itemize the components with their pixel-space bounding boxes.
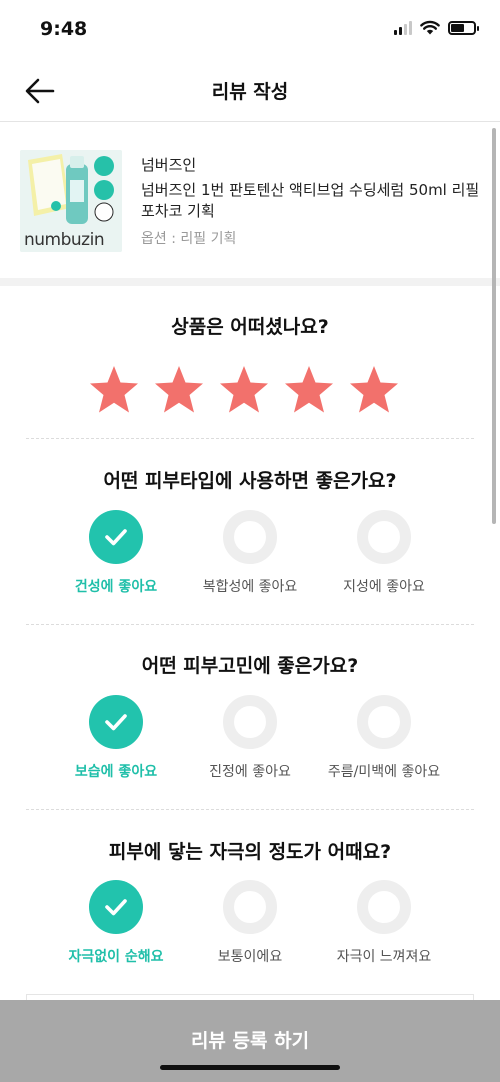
unchecked-circle-icon[interactable] bbox=[357, 510, 411, 564]
skin-concern-question: 어떤 피부고민에 좋은가요? bbox=[141, 655, 359, 677]
section-divider bbox=[0, 278, 500, 286]
unchecked-circle-icon[interactable] bbox=[223, 695, 277, 749]
star-icon[interactable] bbox=[88, 364, 140, 416]
irritation-question: 피부에 닿는 자극의 정도가 어때요? bbox=[108, 841, 392, 863]
option-label: 지성에 좋아요 bbox=[343, 579, 425, 595]
skin-type-question: 어떤 피부타입에 사용하면 좋은가요? bbox=[103, 470, 397, 492]
option-label: 주름/미백에 좋아요 bbox=[327, 764, 441, 780]
product-brand: 넘버즈인 bbox=[141, 156, 197, 174]
app-header: 리뷰 작성 bbox=[0, 60, 500, 122]
skin-type-options: 건성에 좋아요 복합성에 좋아요 지성에 좋아요 bbox=[0, 510, 500, 600]
page-title: 리뷰 작성 bbox=[211, 81, 289, 103]
check-icon bbox=[105, 529, 127, 546]
star-icon[interactable] bbox=[283, 364, 335, 416]
option-item[interactable]: 지성에 좋아요 bbox=[304, 510, 464, 596]
check-icon bbox=[105, 714, 127, 731]
thumbnail-brand-logo: numbuzin bbox=[24, 230, 105, 250]
home-indicator bbox=[160, 1065, 340, 1070]
signal-icon bbox=[394, 20, 412, 35]
submit-review-button[interactable]: 리뷰 등록 하기 bbox=[0, 1000, 500, 1082]
product-thumbnail: numbuzin bbox=[20, 150, 122, 252]
irritation-options: 자극없이 순해요 보통이에요 자극이 느껴져요 bbox=[0, 880, 500, 970]
unchecked-circle-icon[interactable] bbox=[223, 880, 277, 934]
star-icon[interactable] bbox=[348, 364, 400, 416]
status-icons bbox=[394, 20, 479, 35]
wifi-icon bbox=[420, 20, 440, 35]
option-item[interactable]: 주름/미백에 좋아요 bbox=[304, 695, 464, 781]
product-name: 넘버즈인 1번 판토텐산 액티브업 수딩세럼 50ml 리필 포차코 기획 bbox=[141, 181, 480, 220]
checked-circle-icon[interactable] bbox=[89, 695, 143, 749]
status-bar: 9:48 bbox=[0, 0, 500, 60]
divider bbox=[26, 438, 474, 439]
unchecked-circle-icon[interactable] bbox=[223, 510, 277, 564]
rating-question: 상품은 어떠셨나요? bbox=[171, 316, 329, 338]
star-icon[interactable] bbox=[153, 364, 205, 416]
divider bbox=[26, 809, 474, 810]
submit-review-label: 리뷰 등록 하기 bbox=[190, 1030, 310, 1052]
checked-circle-icon[interactable] bbox=[89, 510, 143, 564]
battery-icon bbox=[448, 20, 479, 35]
divider bbox=[26, 624, 474, 625]
product-option: 옵션 : 리필 기획 bbox=[141, 231, 237, 247]
unchecked-circle-icon[interactable] bbox=[357, 880, 411, 934]
skin-concern-options: 보습에 좋아요 진정에 좋아요 주름/미백에 좋아요 bbox=[0, 695, 500, 785]
star-icon[interactable] bbox=[218, 364, 270, 416]
status-time: 9:48 bbox=[40, 18, 88, 40]
star-rating[interactable] bbox=[88, 364, 400, 416]
option-item[interactable]: 자극이 느껴져요 bbox=[304, 880, 464, 966]
check-icon bbox=[105, 899, 127, 916]
unchecked-circle-icon[interactable] bbox=[357, 695, 411, 749]
product-summary: numbuzin 넘버즈인 넘버즈인 1번 판토텐산 액티브업 수딩세럼 50m… bbox=[0, 124, 500, 278]
checked-circle-icon[interactable] bbox=[89, 880, 143, 934]
option-label: 자극이 느껴져요 bbox=[336, 949, 432, 965]
